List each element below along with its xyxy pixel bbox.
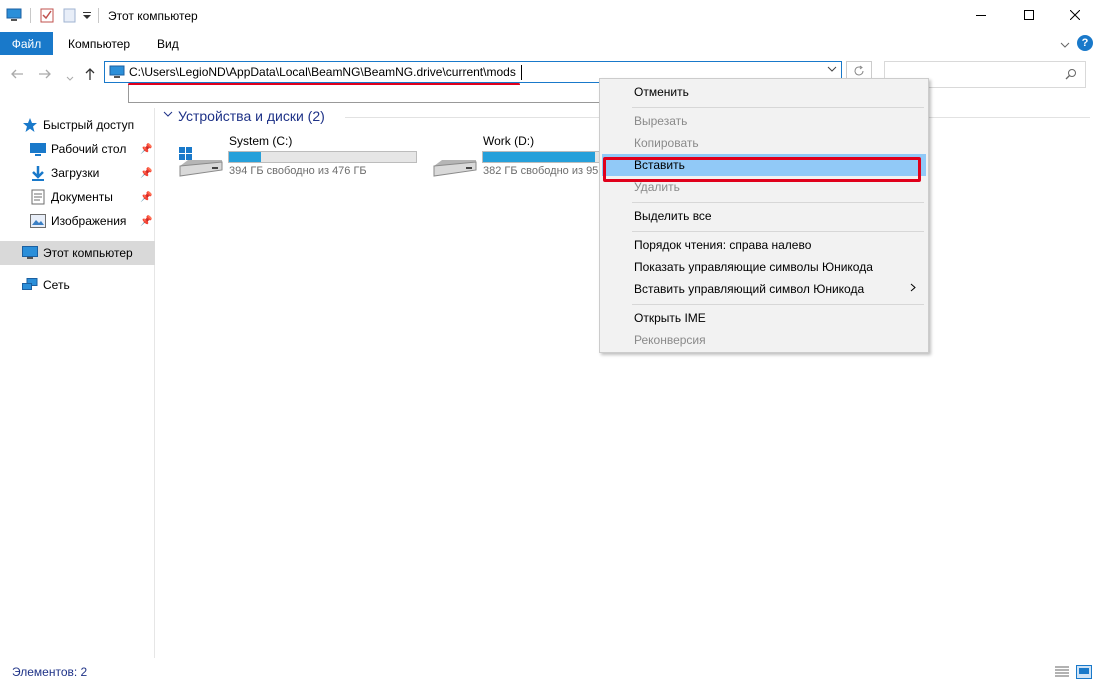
computer-icon (22, 246, 38, 260)
menu-separator (632, 107, 924, 108)
drive-usage-fill (229, 152, 261, 162)
large-icons-view-icon[interactable] (1076, 665, 1092, 679)
annotation-highlight-box (603, 157, 921, 182)
forward-arrow-icon[interactable] (38, 67, 52, 83)
menu-separator (632, 202, 924, 203)
expand-ribbon-icon[interactable] (1060, 38, 1070, 52)
windows-drive-icon (176, 144, 226, 183)
text-caret (521, 65, 522, 80)
menu-item-rtl-reading-order[interactable]: Порядок чтения: справа налево (602, 234, 926, 256)
menu-item-select-all[interactable]: Выделить все (602, 205, 926, 227)
address-dropdown-icon[interactable] (827, 65, 837, 76)
close-icon (1069, 9, 1081, 23)
sidebar-item-label: Загрузки (51, 166, 100, 180)
drive-name: System (C:) (229, 134, 293, 148)
navigation-pane: Быстрый доступ Рабочий стол 📌 Загрузки 📌… (0, 108, 155, 658)
customize-toolbar-icon[interactable] (82, 10, 92, 24)
menu-item-cut[interactable]: Вырезать (602, 110, 926, 132)
properties-icon[interactable] (39, 7, 55, 26)
drive-usage-bar (228, 151, 417, 163)
menu-item-reconversion[interactable]: Реконверсия (602, 329, 926, 351)
sidebar-item-label: Быстрый доступ (43, 118, 135, 132)
pin-icon[interactable]: 📌 (140, 216, 152, 227)
drive-item[interactable]: System (C:) 394 ГБ свободно из 476 ГБ (174, 134, 424, 184)
submenu-arrow-icon (910, 283, 916, 295)
drive-usage-fill (483, 152, 596, 162)
minimize-icon (976, 9, 986, 23)
computer-icon (109, 65, 125, 82)
sidebar-item-this-pc[interactable]: Этот компьютер (0, 241, 155, 265)
sidebar-item-downloads[interactable]: Загрузки 📌 (0, 161, 155, 185)
pictures-icon (30, 214, 46, 228)
sidebar-item-network[interactable]: Сеть (0, 273, 155, 297)
drive-icon (430, 144, 480, 183)
menu-item-show-unicode-control-chars[interactable]: Показать управляющие символы Юникода (602, 256, 926, 278)
menu-item-insert-unicode-control-char[interactable]: Вставить управляющий символ Юникода (602, 278, 926, 300)
group-title[interactable]: Устройства и диски (2) (178, 108, 325, 124)
drive-name: Work (D:) (483, 134, 535, 148)
pin-icon[interactable]: 📌 (140, 192, 152, 203)
recent-locations-icon[interactable] (66, 69, 74, 85)
minimize-button[interactable] (958, 0, 1004, 31)
new-folder-icon[interactable] (62, 7, 78, 26)
menu-item-undo[interactable]: Отменить (602, 81, 926, 103)
menu-separator (632, 304, 924, 305)
help-icon[interactable]: ? (1077, 35, 1093, 51)
sidebar-item-quick-access[interactable]: Быстрый доступ (0, 113, 155, 137)
collapse-group-icon[interactable] (163, 110, 173, 121)
address-autocomplete-dropdown (128, 85, 602, 103)
sidebar-item-label: Сеть (43, 278, 70, 292)
menu-item-open-ime[interactable]: Открыть IME (602, 307, 926, 329)
sidebar-item-documents[interactable]: Документы 📌 (0, 185, 155, 209)
sidebar-item-desktop[interactable]: Рабочий стол 📌 (0, 137, 155, 161)
network-icon (22, 278, 38, 292)
documents-icon (31, 189, 45, 205)
up-arrow-icon[interactable] (84, 67, 96, 84)
maximize-icon (1024, 9, 1034, 23)
drive-free-space: 394 ГБ свободно из 476 ГБ (229, 165, 367, 177)
maximize-button[interactable] (1006, 0, 1052, 31)
menu-item-label: Вставить управляющий символ Юникода (634, 282, 865, 296)
menu-item-copy[interactable]: Копировать (602, 132, 926, 154)
sidebar-item-label: Рабочий стол (51, 142, 127, 156)
ribbon: Файл Компьютер Вид (0, 32, 1095, 55)
window-title: Этот компьютер (108, 9, 198, 23)
sidebar-item-label: Документы (51, 190, 113, 204)
tab-computer[interactable]: Компьютер (68, 37, 130, 51)
search-icon (1065, 68, 1077, 83)
address-input[interactable]: C:\Users\LegioND\AppData\Local\BeamNG\Be… (129, 65, 516, 79)
sidebar-item-label: Этот компьютер (43, 246, 133, 260)
pin-icon[interactable]: 📌 (140, 144, 152, 155)
close-button[interactable] (1052, 0, 1095, 31)
pin-icon[interactable]: 📌 (140, 168, 152, 179)
details-view-icon[interactable] (1054, 665, 1070, 679)
drive-free-space: 382 ГБ свободно из 95 (483, 165, 599, 177)
sidebar-item-label: Изображения (51, 214, 127, 228)
tab-view[interactable]: Вид (157, 37, 179, 51)
tab-file[interactable]: Файл (0, 32, 53, 55)
status-bar: Элементов: 2 (0, 660, 1095, 684)
menu-separator (632, 231, 924, 232)
context-menu: Отменить Вырезать Копировать Вставить Уд… (599, 78, 929, 353)
drive-item[interactable]: Work (D:) 382 ГБ свободно из 95 (428, 134, 671, 184)
computer-icon[interactable] (6, 7, 22, 26)
title-bar: Этот компьютер (0, 0, 1095, 32)
back-arrow-icon[interactable] (10, 67, 24, 83)
item-count: Элементов: 2 (12, 665, 88, 679)
desktop-icon (30, 142, 46, 156)
star-icon (22, 117, 38, 133)
sidebar-item-pictures[interactable]: Изображения 📌 (0, 209, 155, 233)
download-icon (31, 165, 45, 181)
